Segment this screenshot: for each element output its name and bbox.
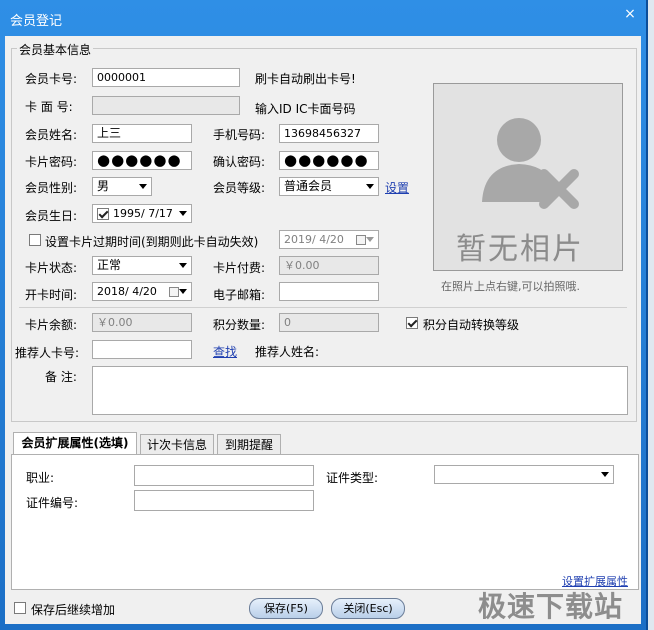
dialog-client: 会员基本信息 会员卡号: 0000001 刷卡自动刷出卡号! 卡 面 号: 输入…: [5, 36, 641, 624]
chevron-down-icon: [179, 211, 187, 216]
password-input[interactable]: ●●●●●●: [92, 151, 192, 170]
referrer-input[interactable]: [92, 340, 192, 359]
person-placeholder-icon: [482, 118, 579, 209]
expire-value: 2019/ 4/20: [284, 233, 344, 246]
auto-level-checkbox[interactable]: [406, 317, 418, 329]
note-textarea[interactable]: [92, 366, 628, 415]
gender-label: 会员性别:: [25, 181, 78, 195]
chevron-down-icon: [366, 184, 374, 189]
photo-hint: 在照片上点右键,可以拍照哦.: [441, 280, 580, 293]
expire-checkbox[interactable]: [29, 234, 41, 246]
no-photo-text: 暂无相片: [456, 232, 584, 267]
card-no-input[interactable]: 0000001: [92, 68, 240, 87]
id-type-label: 证件类型:: [326, 471, 379, 485]
close-button[interactable]: 关闭(Esc): [331, 598, 405, 619]
birthday-checkbox[interactable]: [97, 208, 109, 220]
divider: [19, 307, 627, 308]
chevron-down-icon: [179, 289, 187, 294]
tab-expiry-reminder[interactable]: 到期提醒: [217, 434, 281, 455]
basic-info-legend: 会员基本信息: [17, 41, 94, 58]
continue-checkbox[interactable]: [14, 602, 26, 614]
id-no-label: 证件编号:: [26, 496, 79, 510]
fee-label: 卡片付费:: [213, 261, 266, 275]
chevron-down-icon: [139, 184, 147, 189]
job-input[interactable]: [134, 465, 314, 486]
level-select[interactable]: 普通会员: [279, 177, 379, 196]
open-date-label: 开卡时间:: [25, 288, 78, 302]
find-referrer-link[interactable]: 查找: [213, 343, 237, 360]
dialog-window: 会员登记 × 会员基本信息 会员卡号: 0000001 刷卡自动刷出卡号! 卡 …: [0, 0, 646, 630]
photo-box[interactable]: 暂无相片: [433, 83, 623, 271]
close-icon[interactable]: ×: [620, 5, 640, 23]
job-label: 职业:: [26, 471, 55, 485]
referrer-name-label: 推荐人姓名:: [255, 345, 320, 359]
referrer-label: 推荐人卡号:: [15, 346, 80, 360]
points-label: 积分数量:: [213, 318, 266, 332]
continue-label: 保存后继续增加: [31, 603, 116, 617]
confirm-password-input[interactable]: ●●●●●●: [279, 151, 379, 170]
open-date-picker[interactable]: 2018/ 4/20: [92, 282, 192, 301]
auto-level-label: 积分自动转换等级: [423, 318, 520, 332]
window-title: 会员登记: [10, 14, 63, 29]
level-settings-link[interactable]: 设置: [385, 179, 409, 196]
balance-label: 卡片余额:: [25, 318, 78, 332]
phone-label: 手机号码:: [213, 128, 266, 142]
id-no-input[interactable]: [134, 490, 314, 511]
level-label: 会员等级:: [213, 181, 266, 195]
gender-value: 男: [97, 179, 110, 193]
chevron-down-icon: [366, 237, 374, 242]
name-input[interactable]: 上三: [92, 124, 192, 143]
balance-input[interactable]: ￥0.00: [92, 313, 192, 332]
id-type-select[interactable]: [434, 465, 614, 484]
note-label: 备 注:: [45, 370, 77, 384]
expire-label: 设置卡片过期时间(到期则此卡自动失效): [45, 235, 259, 249]
card-no-hint: 刷卡自动刷出卡号!: [255, 72, 356, 86]
save-button[interactable]: 保存(F5): [249, 598, 323, 619]
card-face-input[interactable]: [92, 96, 240, 115]
email-input[interactable]: [279, 282, 379, 301]
fee-input[interactable]: ￥0.00: [279, 256, 379, 275]
points-input[interactable]: 0: [279, 313, 379, 332]
background-app-strip: [646, 0, 654, 630]
chevron-down-icon: [179, 263, 187, 268]
birthday-picker[interactable]: 1995/ 7/17: [92, 204, 192, 223]
status-value: 正常: [97, 258, 122, 272]
open-date-value: 2018/ 4/20: [97, 285, 157, 298]
birthday-value: 1995/ 7/17: [113, 207, 173, 220]
phone-input[interactable]: 13698456327: [279, 124, 379, 143]
birthday-label: 会员生日:: [25, 209, 78, 223]
calendar-icon: [169, 287, 179, 297]
card-face-label: 卡 面 号:: [25, 100, 73, 114]
gender-select[interactable]: 男: [92, 177, 152, 196]
level-value: 普通会员: [284, 179, 333, 193]
title-bar: 会员登记 ×: [0, 0, 646, 36]
password-label: 卡片密码:: [25, 155, 78, 169]
tab-count-card[interactable]: 计次卡信息: [140, 434, 214, 455]
status-select[interactable]: 正常: [92, 256, 192, 275]
chevron-down-icon: [601, 472, 609, 477]
email-label: 电子邮箱:: [213, 288, 266, 302]
status-label: 卡片状态:: [25, 261, 78, 275]
calendar-icon: [356, 235, 366, 245]
name-label: 会员姓名:: [25, 128, 78, 142]
tab-ext-attributes[interactable]: 会员扩展属性(选填): [13, 432, 137, 455]
watermark: 极速下载站: [478, 590, 624, 623]
tab-panel: 职业: 证件类型: 证件编号: 设置扩展属性: [11, 454, 639, 590]
card-face-hint: 输入ID IC卡面号码: [255, 102, 356, 116]
confirm-label: 确认密码:: [213, 155, 266, 169]
card-no-label: 会员卡号:: [25, 72, 78, 86]
expire-date-picker[interactable]: 2019/ 4/20: [279, 230, 379, 249]
